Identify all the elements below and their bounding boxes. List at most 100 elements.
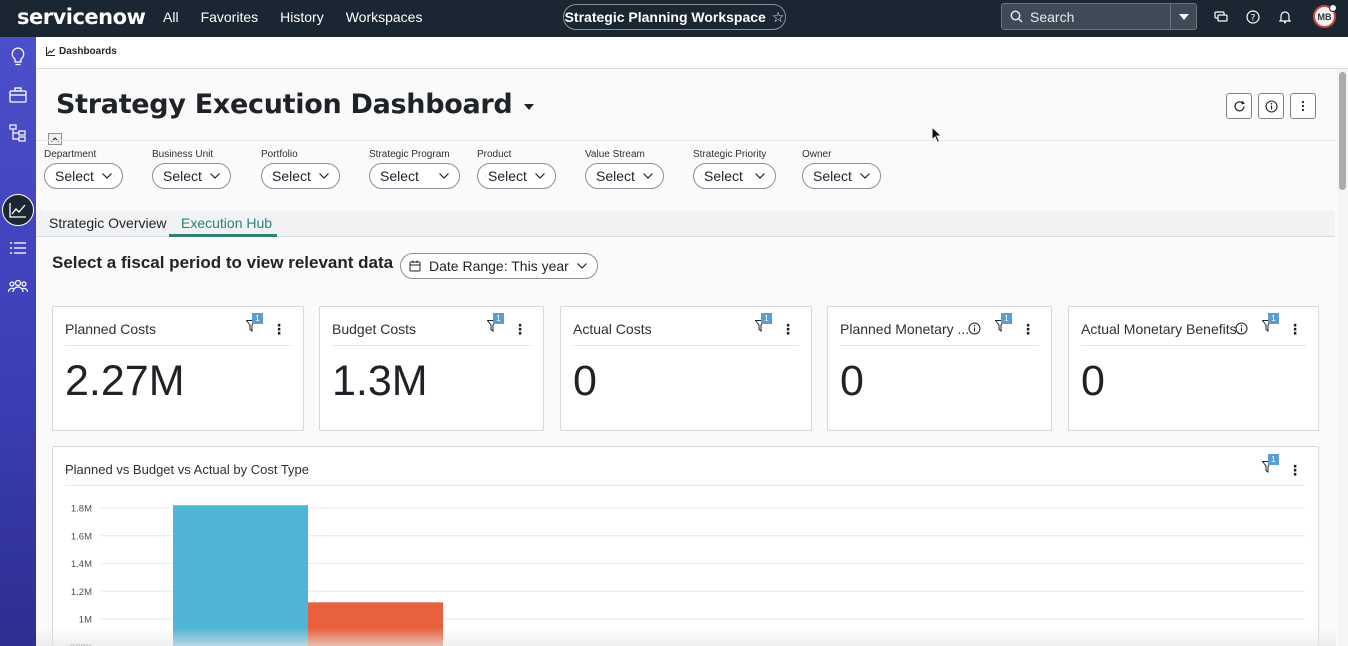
bar-series-2[interactable] (308, 602, 443, 646)
lightbulb-icon[interactable] (7, 46, 29, 68)
department-select[interactable]: Select (44, 163, 123, 189)
filter-icon[interactable]: 1 (755, 313, 773, 333)
servicenow-logo[interactable]: servicenow (17, 5, 146, 29)
card-menu-kebab-icon[interactable]: ⋮ (272, 322, 286, 336)
kpi-card-planned-monetary-benefits[interactable]: Planned Monetary ... 1 ⋮ 0 (827, 306, 1052, 431)
info-icon[interactable] (1235, 322, 1248, 335)
business-unit-select[interactable]: Select (152, 163, 231, 189)
info-button[interactable] (1258, 93, 1284, 119)
strategic-priority-select[interactable]: Select (693, 163, 776, 189)
bell-icon[interactable] (1277, 9, 1293, 25)
help-icon[interactable]: ? (1245, 9, 1261, 25)
tab-execution-hub[interactable]: Execution Hub (181, 215, 272, 231)
team-icon[interactable] (7, 275, 29, 297)
filter-count-badge: 1 (252, 313, 263, 324)
portfolio-select[interactable]: Select (261, 163, 340, 189)
nav-workspaces[interactable]: Workspaces (346, 9, 423, 25)
top-navigation-bar: servicenow All Favorites History Workspa… (0, 0, 1348, 37)
list-icon[interactable] (7, 237, 29, 259)
nav-all[interactable]: All (163, 9, 179, 25)
select-value: Select (380, 168, 419, 184)
search-input[interactable]: Search (1001, 3, 1171, 30)
briefcase-icon[interactable] (7, 84, 29, 106)
filter-label: Portfolio (261, 149, 298, 160)
filter-strategic-priority: Strategic Priority Select (693, 149, 776, 189)
card-title: Actual Monetary Benefits. (1081, 321, 1241, 337)
card-menu-kebab-icon[interactable]: ⋮ (1288, 463, 1302, 477)
breadcrumb[interactable]: Dashboards (46, 46, 117, 57)
tab-strategic-overview[interactable]: Strategic Overview (49, 215, 166, 231)
date-range-value: Date Range: This year (429, 258, 569, 274)
more-options-button[interactable] (1290, 93, 1316, 119)
breadcrumb-divider (36, 68, 1348, 69)
chevron-down-icon (859, 173, 870, 179)
filter-icon[interactable]: 1 (1262, 313, 1280, 333)
filter-label: Department (44, 149, 97, 160)
card-title: Actual Costs (573, 321, 652, 337)
select-value: Select (163, 168, 202, 184)
filter-icon[interactable]: 1 (487, 313, 505, 333)
dashboard-title: Strategy Execution Dashboard (56, 89, 513, 120)
nav-history[interactable]: History (280, 9, 324, 25)
chart-title: Planned vs Budget vs Actual by Cost Type (65, 462, 310, 477)
y-tick-label: 1.4M (71, 559, 92, 570)
search-placeholder: Search (1030, 8, 1075, 25)
calendar-icon (409, 260, 421, 272)
kebab-icon (1301, 100, 1305, 112)
filter-icon[interactable]: 1 (995, 313, 1013, 333)
kpi-value: 2.27M (65, 357, 185, 405)
filter-count-badge: 1 (1268, 454, 1279, 465)
card-divider (573, 345, 799, 346)
filter-owner: Owner Select (802, 149, 881, 189)
star-icon[interactable]: ☆ (772, 9, 785, 26)
collapse-filters-button[interactable] (48, 133, 62, 145)
kpi-value: 0 (573, 357, 597, 405)
bar-series-1[interactable] (173, 505, 308, 646)
info-icon[interactable] (968, 322, 981, 335)
value-stream-select[interactable]: Select (585, 163, 664, 189)
hierarchy-icon[interactable] (7, 122, 29, 144)
kpi-value: 0 (840, 357, 864, 405)
card-menu-kebab-icon[interactable]: ⋮ (1288, 322, 1302, 336)
owner-select[interactable]: Select (802, 163, 881, 189)
scrollbar-thumb[interactable] (1339, 72, 1346, 190)
filter-portfolio: Portfolio Select (261, 149, 340, 189)
chevron-down-icon (318, 173, 329, 179)
card-divider (332, 345, 531, 346)
strategic-program-select[interactable]: Select (369, 163, 460, 189)
presence-indicator (1329, 4, 1337, 12)
card-divider (65, 345, 291, 346)
filter-icon[interactable]: 1 (246, 313, 264, 333)
select-value: Select (596, 168, 635, 184)
chart-divider (65, 485, 1305, 486)
kpi-card-actual-monetary-benefits[interactable]: Actual Monetary Benefits. 1 ⋮ 0 (1068, 306, 1319, 431)
kpi-card-budget-costs[interactable]: Budget Costs 1 ⋮ 1.3M (319, 306, 544, 431)
select-value: Select (272, 168, 311, 184)
refresh-button[interactable] (1226, 93, 1252, 119)
chevron-down-icon (209, 173, 220, 179)
fiscal-period-prompt: Select a fiscal period to view relevant … (52, 253, 394, 272)
card-menu-kebab-icon[interactable]: ⋮ (513, 322, 527, 336)
kpi-card-actual-costs[interactable]: Actual Costs 1 ⋮ 0 (560, 306, 812, 431)
chat-icon[interactable] (1213, 9, 1229, 25)
select-value: Select (488, 168, 527, 184)
select-value: Select (813, 168, 852, 184)
card-menu-kebab-icon[interactable]: ⋮ (1021, 322, 1035, 336)
caret-down-icon (524, 103, 535, 110)
card-menu-kebab-icon[interactable]: ⋮ (781, 322, 795, 336)
dashboard-title-selector[interactable]: Strategy Execution Dashboard (56, 89, 535, 120)
workspace-sidebar (0, 37, 36, 646)
search-icon (1010, 10, 1023, 23)
filter-value-stream: Value Stream Select (585, 149, 664, 189)
search-scope-dropdown[interactable] (1170, 3, 1197, 30)
nav-favorites[interactable]: Favorites (201, 9, 259, 25)
product-select[interactable]: Select (477, 163, 556, 189)
workspace-title-pill[interactable]: Strategic Planning Workspace ☆ (563, 4, 786, 30)
date-range-select[interactable]: Date Range: This year (400, 253, 598, 279)
filter-label: Owner (802, 149, 832, 160)
filter-icon[interactable]: 1 (1262, 454, 1280, 474)
filter-count-badge: 1 (1001, 313, 1012, 324)
y-tick-label: 800K (70, 642, 93, 646)
kpi-card-planned-costs[interactable]: Planned Costs 1 ⋮ 2.27M (52, 306, 304, 431)
filter-label: Product (477, 149, 512, 160)
